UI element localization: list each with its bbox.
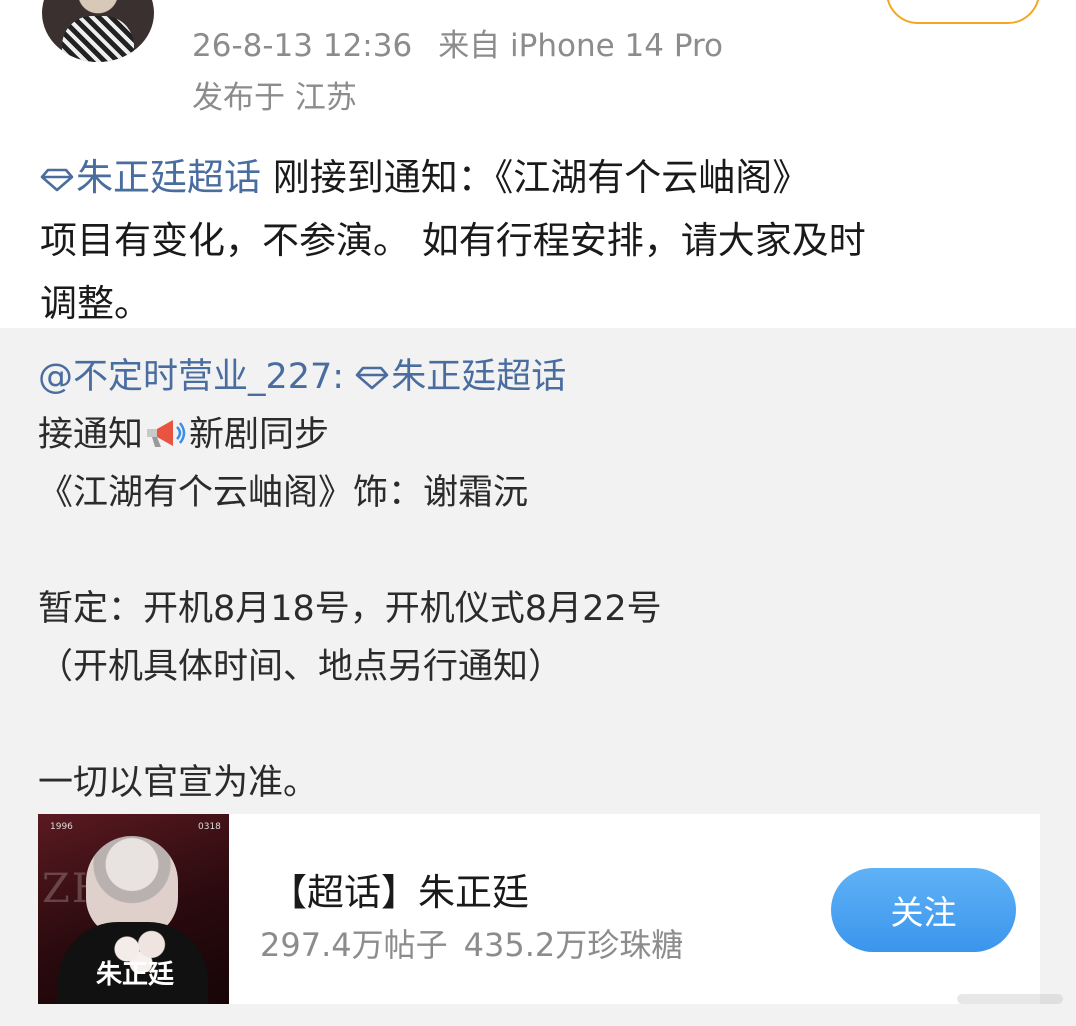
post-body: 朱正廷超话 刚接到通知：《江湖有个云岫阁》 项目有变化，不参演。 如有行程安排，… bbox=[40, 146, 1050, 335]
supertopic-cover-image: ZHU 朱正廷 1996 0318 bbox=[38, 814, 229, 1004]
repost-text: @不定时营业_227: 朱正廷超话 接通知 新剧同步 《江湖有个云岫阁》饰：谢霜沅… bbox=[38, 348, 1048, 812]
post-line-1: 朱正廷超话 刚接到通知：《江湖有个云岫阁》 bbox=[40, 146, 1050, 209]
repost-official-line: 一切以官宣为准。 bbox=[38, 763, 319, 803]
notice-text-a: 接通知 bbox=[38, 415, 144, 455]
post-header: 26-8-13 12:36 来自 iPhone 14 Pro 发布于 江苏 bbox=[0, 0, 1076, 130]
diamond-icon bbox=[355, 366, 389, 390]
supertopic-title[interactable]: 【超话】朱正廷 bbox=[270, 862, 529, 916]
repost-author-line: @不定时营业_227: 朱正廷超话 bbox=[38, 348, 1048, 406]
post-line-3: 调整。 bbox=[40, 282, 151, 325]
diamond-icon bbox=[40, 168, 74, 192]
post-location: 发布于 江苏 bbox=[192, 80, 357, 116]
supertopic-stats: 297.4万帖子 435.2万珍珠糖 bbox=[260, 920, 683, 966]
repost-schedule-line: 暂定：开机8月18号，开机仪式8月22号 bbox=[38, 589, 662, 629]
cover-name: 朱正廷 bbox=[96, 960, 175, 990]
follow-top-button[interactable] bbox=[886, 0, 1040, 24]
avatar[interactable] bbox=[42, 0, 154, 62]
cover-year: 1996 bbox=[50, 822, 73, 832]
follow-button[interactable]: 关注 bbox=[831, 868, 1016, 952]
post-meta: 26-8-13 12:36 来自 iPhone 14 Pro bbox=[192, 20, 723, 65]
cover-code: 0318 bbox=[198, 822, 221, 832]
post-text-1: 刚接到通知：《江湖有个云岫阁》 bbox=[261, 156, 810, 199]
repost-block[interactable]: @不定时营业_227: 朱正廷超话 接通知 新剧同步 《江湖有个云岫阁》饰：谢霜沅… bbox=[0, 328, 1076, 1026]
repost-topic-label: 朱正廷超话 bbox=[391, 357, 567, 397]
megaphone-icon bbox=[147, 420, 186, 447]
watermark-icon bbox=[957, 994, 1063, 1004]
topic-label: 朱正廷超话 bbox=[76, 156, 261, 199]
repost-notice-line: 接通知 新剧同步 bbox=[38, 406, 1048, 464]
supertopic-card[interactable]: ZHU 朱正廷 1996 0318 【超话】朱正廷 297.4万帖子 435.2万… bbox=[38, 814, 1040, 1004]
topic-link[interactable]: 朱正廷超话 bbox=[40, 156, 261, 199]
supertopic-posts: 297.4万帖子 bbox=[260, 926, 448, 964]
post-line-2: 项目有变化，不参演。 如有行程安排，请大家及时 bbox=[40, 219, 866, 262]
post-source: 来自 iPhone 14 Pro bbox=[438, 28, 724, 64]
notice-text-b: 新剧同步 bbox=[189, 415, 330, 455]
mention-link[interactable]: @不定时营业_227: bbox=[38, 357, 344, 397]
repost-role-line: 《江湖有个云岫阁》饰：谢霜沅 bbox=[38, 473, 529, 513]
supertopic-candy: 435.2万珍珠糖 bbox=[463, 926, 684, 964]
repost-topic-link[interactable]: 朱正廷超话 bbox=[355, 357, 566, 397]
post-timestamp: 26-8-13 12:36 bbox=[192, 28, 413, 64]
repost-note-line: （开机具体时间、地点另行通知） bbox=[38, 647, 564, 687]
